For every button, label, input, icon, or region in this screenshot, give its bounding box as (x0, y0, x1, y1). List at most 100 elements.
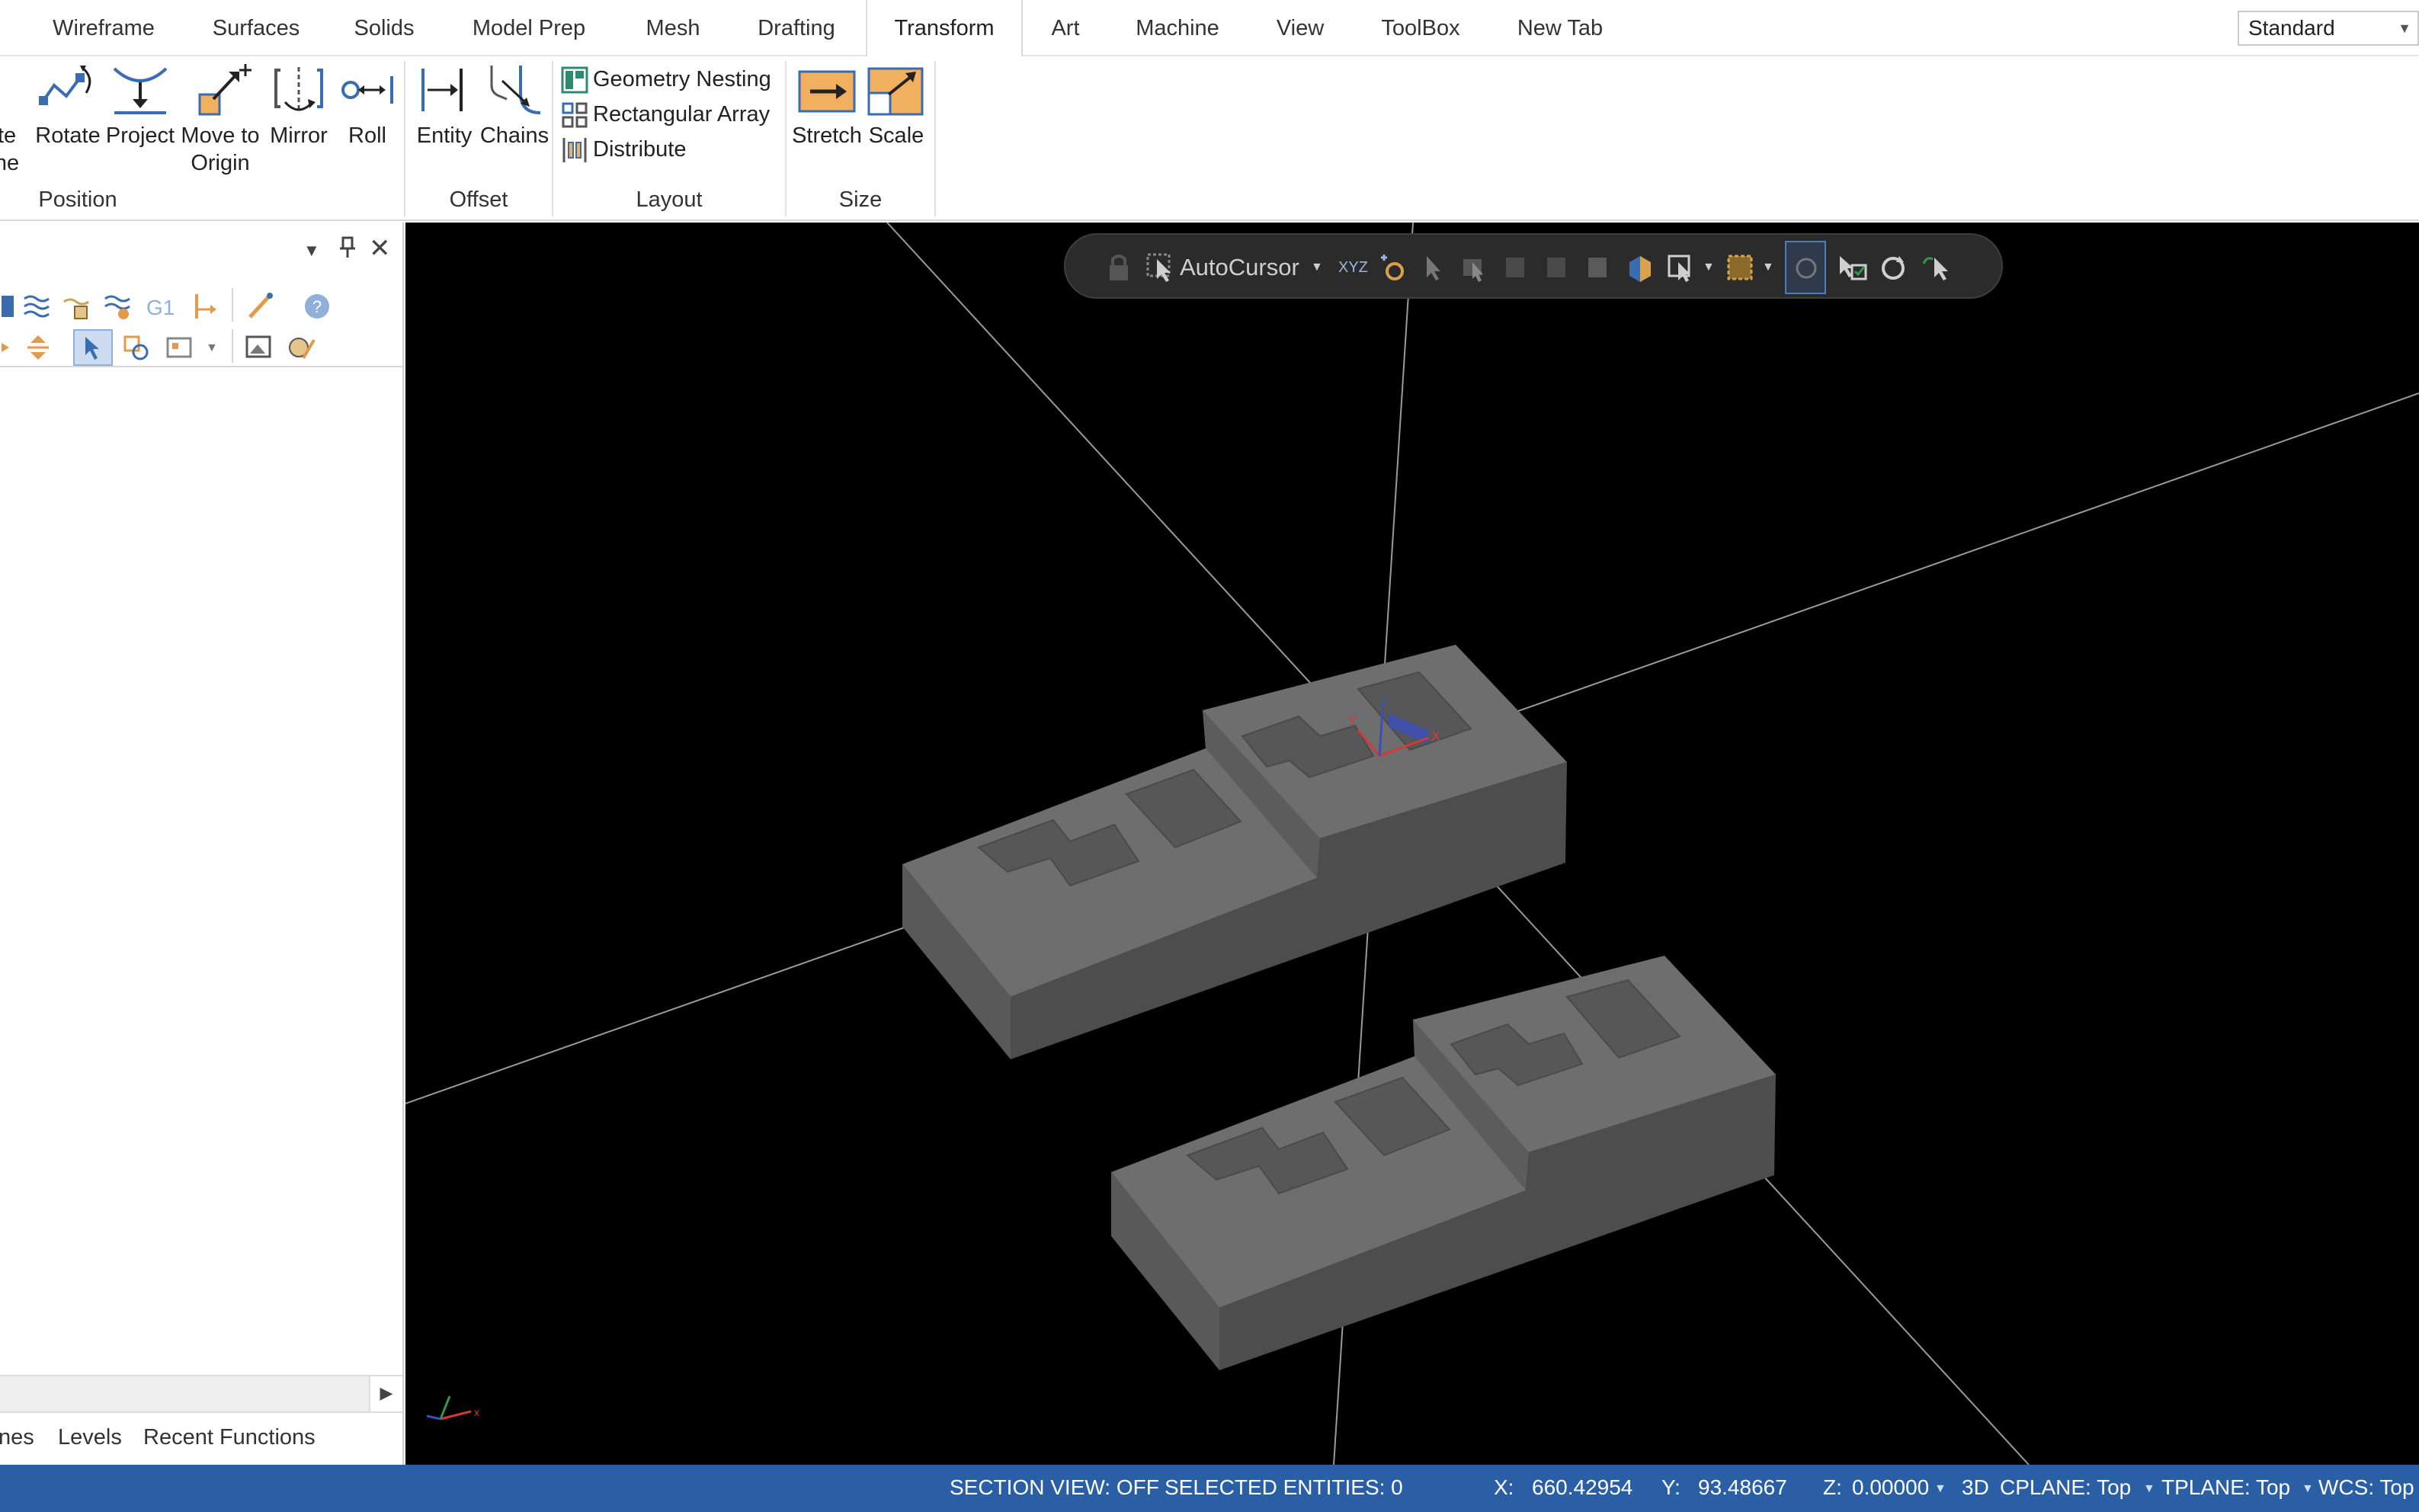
x-coordinate-value[interactable]: 660.42954 (1532, 1475, 1632, 1500)
distribute-icon (562, 138, 587, 163)
chevron-down-icon[interactable]: ▼ (1703, 251, 1715, 284)
face-select-icon[interactable] (1501, 251, 1529, 284)
scroll-right-icon[interactable]: ▶ (369, 1376, 402, 1411)
help-icon[interactable]: ? (302, 291, 332, 322)
lock-icon[interactable] (1104, 251, 1134, 284)
selected-entities-status: SELECTED ENTITIES: 0 (1165, 1475, 1403, 1499)
chevron-down-icon[interactable]: ▼ (1762, 251, 1774, 284)
edge-select-icon[interactable] (1543, 251, 1570, 284)
toolpath-icon[interactable] (0, 291, 17, 322)
tab-planes[interactable]: nes (0, 1425, 34, 1450)
section-view-status[interactable]: SECTION VIEW: OFF (950, 1475, 1159, 1500)
button-label-line2: ane (0, 151, 20, 175)
offset-entity-button[interactable]: Entity (412, 62, 477, 149)
material-icon[interactable] (287, 332, 317, 363)
tab-machine[interactable]: Machine (1114, 0, 1241, 56)
tab-wireframe[interactable]: Wireframe (37, 0, 171, 56)
rotate-plane-button[interactable]: ate ane (0, 62, 20, 177)
xyz-button[interactable]: XYZ (1338, 251, 1368, 284)
display-options-icon[interactable] (165, 332, 195, 363)
tab-levels[interactable]: Levels (58, 1425, 122, 1450)
y-coordinate-value[interactable]: 93.48667 (1698, 1475, 1787, 1500)
snap-settings-icon[interactable] (1376, 251, 1407, 284)
selection-cursor-icon[interactable] (1145, 251, 1175, 284)
image-icon[interactable] (244, 332, 274, 363)
view-axis-triad-icon: x (426, 1395, 479, 1421)
expand-collapse-icon[interactable] (23, 332, 53, 363)
body-select-icon[interactable] (1584, 251, 1611, 284)
group-label-offset: Offset (449, 187, 508, 212)
chevron-down-icon[interactable]: ▼ (1311, 251, 1323, 284)
rectangular-array-label: Rectangular Array (593, 102, 771, 127)
solid-part-lower[interactable] (1111, 956, 1776, 1370)
solid-select-icon[interactable] (1459, 251, 1489, 284)
geometry-nesting-button[interactable]: Geometry Nesting (561, 64, 771, 94)
panel-tree-area[interactable] (0, 369, 402, 1375)
svg-text:Z: Z (1379, 695, 1388, 710)
rectangle-select-icon[interactable] (1725, 251, 1756, 284)
autocursor-label[interactable]: AutoCursor (1180, 251, 1299, 284)
solid-color-icon[interactable] (1625, 251, 1655, 284)
check-select-icon[interactable] (1835, 251, 1869, 284)
geometry-nesting-label: Geometry Nesting (593, 67, 771, 91)
mode-3d-toggle[interactable]: 3D (1962, 1475, 1989, 1500)
tab-new-tab[interactable]: New Tab (1503, 0, 1617, 56)
z-coordinate-value[interactable]: 0.00000 (1852, 1475, 1929, 1500)
chevron-down-icon[interactable]: ▼ (206, 341, 218, 355)
roll-button[interactable]: Roll (335, 62, 399, 149)
plane-icon (0, 62, 20, 117)
solid-part-upper[interactable] (902, 645, 1567, 1059)
rotate-button[interactable]: Rotate (34, 62, 102, 149)
x-coordinate-label: X: (1494, 1475, 1514, 1499)
tab-transform[interactable]: Transform (866, 0, 1023, 58)
group-label-position: Position (38, 187, 117, 212)
z-dropdown-icon[interactable]: ▼ (1931, 1475, 1946, 1500)
tab-recent-functions[interactable]: Recent Functions (143, 1425, 316, 1450)
button-label: ate (0, 123, 17, 148)
refresh-select-icon[interactable] (1878, 251, 1908, 284)
project-button[interactable]: Project (104, 62, 177, 149)
scale-icon (867, 67, 924, 116)
panel-menu-chevron-icon[interactable]: ▼ (303, 241, 320, 261)
move-to-origin-button[interactable]: Move to Origin (178, 62, 262, 177)
arrows-icon[interactable] (0, 332, 17, 363)
wave-surface-icon[interactable] (21, 291, 52, 322)
pin-icon[interactable] (338, 236, 357, 264)
view-style-value: Standard (2248, 16, 2335, 40)
window-select-icon[interactable] (1666, 251, 1697, 284)
distribute-button[interactable]: Distribute (561, 134, 687, 165)
cplane-status[interactable]: CPLANE: Top (2000, 1475, 2131, 1500)
tab-drafting[interactable]: Drafting (741, 0, 852, 56)
tab-art[interactable]: Art (1036, 0, 1094, 56)
tab-surfaces[interactable]: Surfaces (195, 0, 317, 56)
mirror-button[interactable]: Mirror (264, 62, 334, 149)
offset-chains-button[interactable]: Chains (479, 62, 550, 149)
highlight-icon[interactable] (245, 291, 276, 322)
tab-solids[interactable]: Solids (338, 0, 430, 56)
rectangular-array-button[interactable]: Rectangular Array (561, 99, 770, 130)
ribbon: ate ane Rotate Project Move to (0, 56, 2419, 221)
button-label: Rotate (35, 123, 101, 148)
cplane-dropdown-icon[interactable]: ▼ (2140, 1475, 2155, 1500)
graphics-viewport[interactable]: Y X Z x AutoCursor ▼ XYZ ▼ ▼ (405, 223, 2419, 1465)
button-label: Entity (416, 123, 473, 148)
tplane-status[interactable]: TPLANE: Top (2161, 1475, 2290, 1500)
tab-mesh[interactable]: Mesh (625, 0, 721, 56)
unselect-icon[interactable] (1921, 251, 1951, 284)
verify-surface-icon[interactable] (61, 291, 91, 322)
tab-toolbox[interactable]: ToolBox (1363, 0, 1479, 56)
tab-view[interactable]: View (1261, 0, 1340, 56)
tplane-dropdown-icon[interactable]: ▼ (2299, 1475, 2314, 1500)
scale-button[interactable]: Scale (864, 62, 928, 149)
view-style-select[interactable]: Standard ▼ (2238, 11, 2419, 46)
tab-model-prep[interactable]: Model Prep (454, 0, 604, 56)
close-icon[interactable]: ✕ (369, 233, 391, 264)
horizontal-scrollbar[interactable]: ▶ (0, 1375, 402, 1411)
copy-shape-icon[interactable] (120, 332, 151, 363)
post-icon[interactable] (187, 291, 218, 322)
pointer-icon[interactable] (1419, 251, 1447, 284)
wcs-status[interactable]: WCS: Top (2318, 1475, 2414, 1500)
g1-button[interactable]: G1 (146, 296, 177, 326)
regen-surface-icon[interactable] (102, 291, 133, 322)
stretch-button[interactable]: Stretch (790, 62, 864, 149)
